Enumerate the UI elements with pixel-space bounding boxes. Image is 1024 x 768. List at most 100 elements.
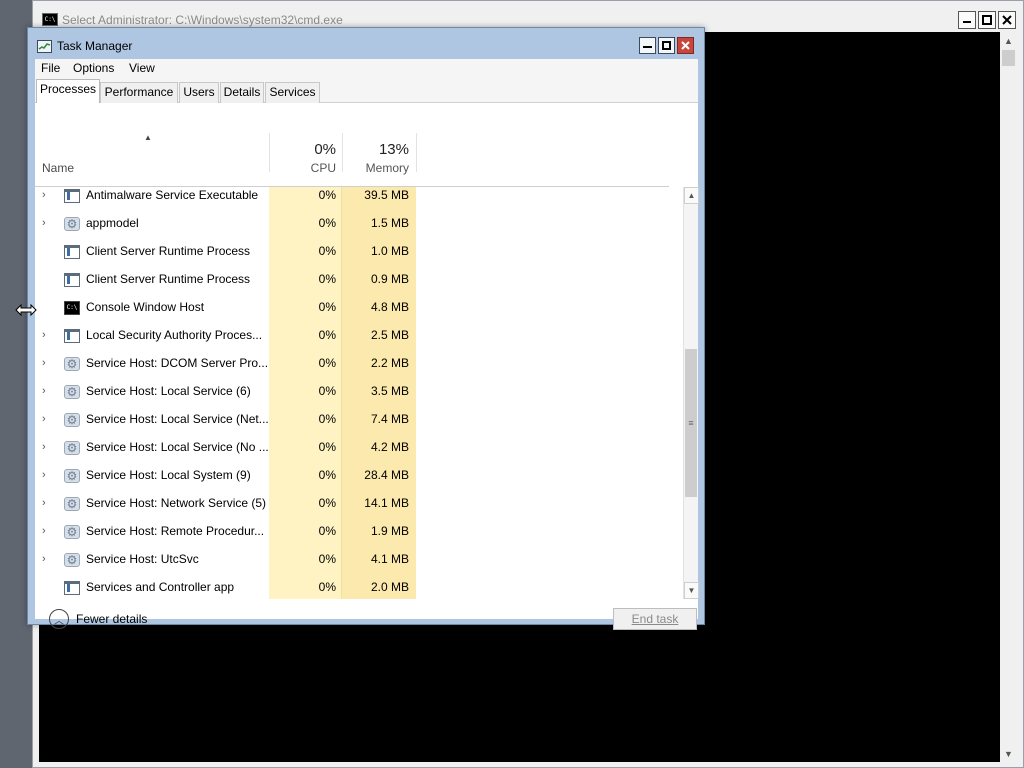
memory-total[interactable]: 13%: [342, 141, 409, 158]
tab-details[interactable]: Details: [220, 82, 264, 103]
close-icon: [681, 41, 690, 50]
column-name-header[interactable]: Name: [42, 161, 74, 175]
task-manager-content: File Options View Processes Performance …: [35, 59, 699, 630]
process-memory: 2.0 MB: [370, 580, 409, 594]
chevron-right-icon[interactable]: ›: [42, 329, 52, 341]
process-name: Service Host: Remote Procedur...: [86, 524, 265, 538]
table-row[interactable]: › ⚙ Service Host: Local System (9) 0% 28.4 M…: [35, 463, 683, 491]
tab-users[interactable]: Users: [179, 82, 219, 103]
menu-options[interactable]: Options: [73, 61, 114, 75]
task-manager-title-bar[interactable]: Task Manager: [28, 28, 704, 60]
close-button[interactable]: [677, 37, 694, 54]
table-row[interactable]: › ⚙ Service Host: Local Service (Net... 0% 7…: [35, 407, 683, 435]
chevron-up-icon[interactable]: ︿: [49, 609, 69, 629]
process-memory: 0.9 MB: [370, 272, 409, 286]
process-cpu: 0%: [318, 496, 336, 510]
process-memory: 1.0 MB: [370, 244, 409, 258]
gear-icon: ⚙: [64, 385, 80, 399]
window-title: Task Manager: [57, 39, 133, 53]
process-name: Service Host: DCOM Server Pro...: [86, 356, 269, 370]
table-row[interactable]: Services and Controller app 0% 2.0 MB: [35, 575, 683, 599]
close-icon: [1002, 15, 1012, 25]
scroll-down-icon[interactable]: ▼: [684, 582, 699, 599]
table-row[interactable]: Client Server Runtime Process 0% 0.9 MB: [35, 267, 683, 295]
sort-ascending-icon: ▲: [144, 133, 152, 142]
app-icon: [64, 329, 80, 343]
process-name: Antimalware Service Executable: [86, 188, 259, 202]
menu-file[interactable]: File: [41, 61, 60, 75]
gear-icon: ⚙: [64, 525, 80, 539]
scroll-up-icon[interactable]: ▲: [1000, 32, 1017, 49]
process-list[interactable]: › Antimalware Service Executable 0% 39.5 MB…: [35, 187, 683, 599]
chevron-right-icon[interactable]: ›: [42, 189, 52, 201]
maximize-button[interactable]: [658, 37, 675, 54]
tab-services[interactable]: Services: [265, 82, 320, 103]
table-row[interactable]: C:\ Console Window Host 0% 4.8 MB: [35, 295, 683, 323]
app-icon: [64, 245, 80, 259]
menu-view[interactable]: View: [129, 61, 155, 75]
cpu-total[interactable]: 0%: [269, 141, 336, 158]
table-row[interactable]: › ⚙ appmodel 0% 1.5 MB: [35, 211, 683, 239]
chevron-right-icon[interactable]: ›: [42, 357, 52, 369]
process-cpu: 0%: [318, 468, 336, 482]
tab-processes[interactable]: Processes: [36, 79, 100, 104]
task-manager-icon: [37, 40, 52, 53]
process-name: Service Host: Local System (9): [86, 468, 251, 482]
table-row[interactable]: › ⚙ Service Host: Network Service (5) 0% 14.…: [35, 491, 683, 519]
table-row[interactable]: › ⚙ Service Host: Local Service (No ... 0% 4…: [35, 435, 683, 463]
gear-icon: ⚙: [64, 217, 80, 231]
process-cpu: 0%: [318, 552, 336, 566]
process-name: Service Host: Local Service (Net...: [86, 412, 269, 426]
process-name: appmodel: [86, 216, 139, 230]
process-cpu: 0%: [318, 300, 336, 314]
process-name: Service Host: Network Service (5): [86, 496, 267, 510]
end-task-button[interactable]: End task: [613, 608, 697, 630]
chevron-right-icon[interactable]: ›: [42, 217, 52, 229]
gear-icon: ⚙: [64, 553, 80, 567]
process-cpu: 0%: [318, 328, 336, 342]
minimize-icon: [963, 21, 971, 23]
chevron-right-icon[interactable]: ›: [42, 497, 52, 509]
console-icon: C:\: [42, 13, 58, 26]
cmd-scrollbar[interactable]: ▲ ▼: [1000, 32, 1017, 762]
table-row[interactable]: › ⚙ Service Host: UtcSvc 0% 4.1 MB: [35, 547, 683, 575]
maximize-icon: [662, 41, 671, 50]
process-list-scrollbar[interactable]: ▲ ≡ ▼: [683, 187, 699, 599]
table-row[interactable]: Client Server Runtime Process 0% 1.0 MB: [35, 239, 683, 267]
column-memory-header[interactable]: Memory: [342, 161, 409, 175]
process-memory: 2.5 MB: [370, 328, 409, 342]
process-memory: 1.5 MB: [370, 216, 409, 230]
scroll-down-icon[interactable]: ▼: [1000, 745, 1017, 762]
fewer-details-link[interactable]: Fewer details: [76, 612, 147, 626]
table-row[interactable]: › ⚙ Service Host: DCOM Server Pro... 0% 2.2 …: [35, 351, 683, 379]
scroll-up-icon[interactable]: ▲: [684, 187, 699, 204]
chevron-right-icon[interactable]: ›: [42, 413, 52, 425]
task-manager-window: Task Manager File Options View Processes…: [27, 27, 705, 630]
scroll-thumb[interactable]: [1002, 50, 1015, 66]
scroll-thumb[interactable]: ≡: [685, 349, 697, 497]
chevron-right-icon[interactable]: ›: [42, 553, 52, 565]
chevron-right-icon[interactable]: ›: [42, 525, 52, 537]
chevron-right-icon[interactable]: ›: [42, 441, 52, 453]
chevron-right-icon[interactable]: ›: [42, 385, 52, 397]
process-memory: 4.8 MB: [370, 300, 409, 314]
process-name: Service Host: UtcSvc: [86, 552, 199, 566]
column-header: ▲ Name 0% CPU 13% Memory: [35, 103, 698, 188]
tab-performance[interactable]: Performance: [100, 82, 178, 103]
column-cpu-header[interactable]: CPU: [269, 161, 336, 175]
chevron-right-icon[interactable]: ›: [42, 469, 52, 481]
minimize-button[interactable]: [639, 37, 656, 54]
process-name: Services and Controller app: [86, 580, 235, 594]
menu-bar: File Options View: [35, 59, 698, 78]
table-row[interactable]: › Antimalware Service Executable 0% 39.5 MB: [35, 187, 683, 211]
maximize-button[interactable]: [978, 11, 996, 29]
table-row[interactable]: › ⚙ Service Host: Local Service (6) 0% 3.5 M…: [35, 379, 683, 407]
process-memory: 1.9 MB: [370, 524, 409, 538]
app-icon: [64, 189, 80, 203]
minimize-button[interactable]: [958, 11, 976, 29]
table-row[interactable]: › ⚙ Service Host: Remote Procedur... 0% 1.9 …: [35, 519, 683, 547]
table-row[interactable]: › Local Security Authority Proces... 0% 2.5…: [35, 323, 683, 351]
process-memory: 3.5 MB: [370, 384, 409, 398]
close-button[interactable]: [998, 11, 1016, 29]
process-name: Console Window Host: [86, 300, 205, 314]
